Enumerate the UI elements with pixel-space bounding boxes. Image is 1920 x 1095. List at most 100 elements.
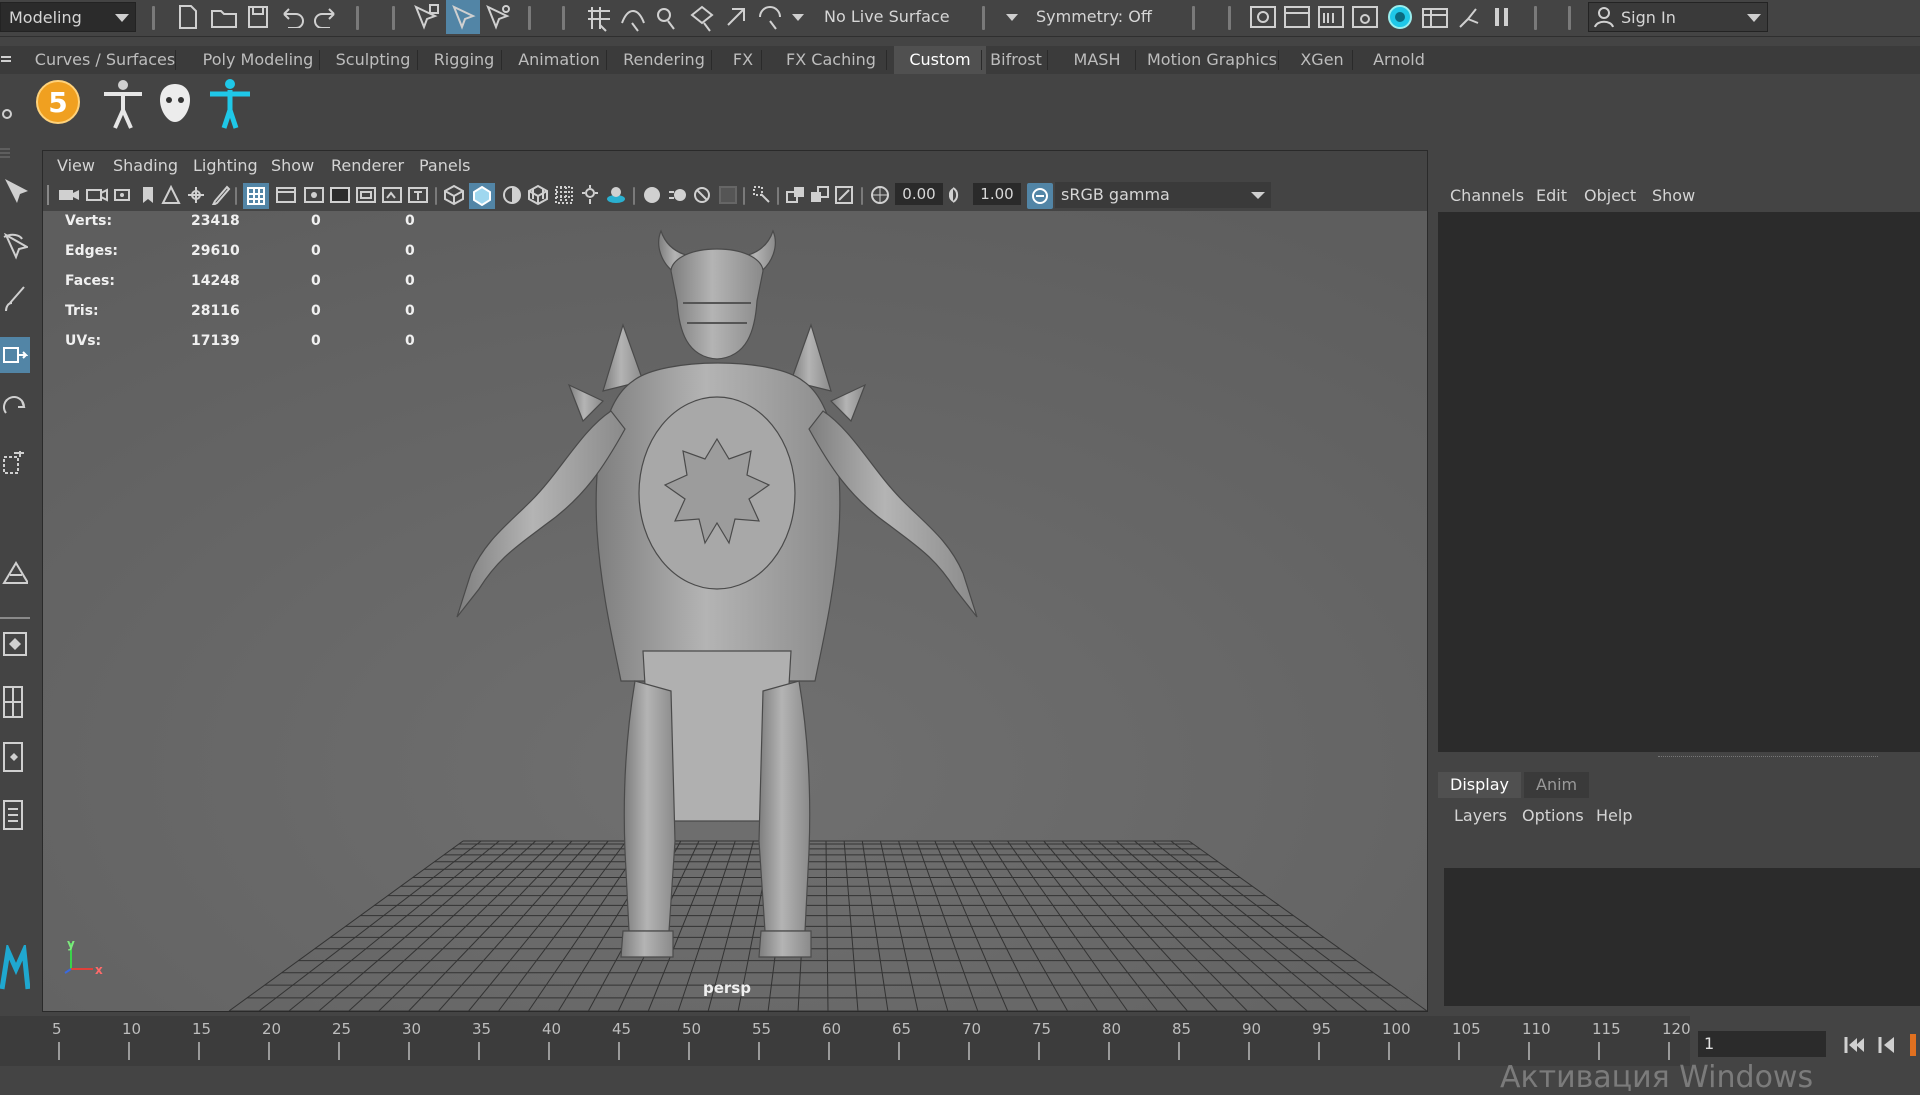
live-surface-field[interactable]: No Live Surface (816, 2, 964, 32)
menu-renderer[interactable]: Renderer (331, 156, 404, 175)
scale-tool[interactable] (0, 445, 30, 481)
menu-shading[interactable]: Shading (113, 156, 178, 175)
anti-aliasing-icon[interactable] (691, 184, 713, 206)
grid-toggle[interactable] (243, 183, 269, 209)
isolate-select-icon[interactable] (751, 184, 773, 206)
shelf-settings-icon[interactable] (0, 106, 14, 122)
move-tool[interactable] (0, 337, 30, 373)
biped-rig-icon[interactable] (100, 78, 146, 130)
soft-modification-tool[interactable] (0, 555, 30, 591)
camera-select-icon[interactable] (57, 185, 81, 205)
menu-object[interactable]: Object (1584, 186, 1636, 205)
wireframe-icon[interactable] (443, 184, 465, 206)
single-perspective-layout[interactable] (0, 627, 30, 663)
menu-view[interactable]: View (57, 156, 95, 175)
four-view-layout[interactable] (0, 681, 30, 718)
field-chart-icon[interactable] (355, 185, 377, 205)
grease-pencil-icon[interactable] (211, 185, 231, 205)
shelf-menu-icon[interactable] (0, 54, 12, 66)
go-to-start-icon[interactable] (1842, 1034, 1868, 1056)
select-hierarchy-icon[interactable] (412, 3, 442, 31)
gamma-field[interactable]: 1.00 (973, 183, 1021, 205)
light-editor-icon[interactable] (1454, 3, 1484, 31)
shelf-tab-rendering[interactable]: Rendering (612, 46, 716, 74)
channel-box-body[interactable] (1438, 212, 1920, 752)
shelf-tab-fx-caching[interactable]: FX Caching (771, 46, 891, 74)
safe-action-icon[interactable] (381, 185, 403, 205)
bookmarks-icon[interactable] (113, 185, 137, 205)
snap-point-icon[interactable] (652, 3, 682, 33)
shelf-tab-animation[interactable]: Animation (507, 46, 611, 74)
shelf-tab-sculpting[interactable]: Sculpting (324, 46, 422, 74)
default-material-icon[interactable] (501, 184, 523, 206)
bookmark-icon[interactable] (139, 185, 157, 205)
undo-icon[interactable] (278, 6, 306, 28)
side-by-side-layout[interactable] (0, 737, 30, 773)
xray-icon[interactable] (785, 184, 807, 206)
menu-channels[interactable]: Channels (1450, 186, 1524, 205)
view-transform-toggle[interactable] (1027, 183, 1053, 209)
shelf-script-badge[interactable]: 5 (36, 80, 80, 124)
menu-options[interactable]: Options (1522, 806, 1584, 825)
render-current-frame-icon[interactable] (1282, 3, 1312, 31)
sign-in-menu[interactable]: Sign In (1588, 2, 1768, 32)
shelf-tab-custom[interactable]: Custom (894, 46, 986, 74)
gate-mask-icon[interactable] (329, 185, 351, 205)
step-back-icon[interactable] (1876, 1034, 1898, 1056)
menu-edit[interactable]: Edit (1536, 186, 1567, 205)
safe-title-icon[interactable] (407, 185, 429, 205)
menu-layers[interactable]: Layers (1454, 806, 1507, 825)
render-setup-icon[interactable] (1420, 3, 1450, 31)
shadows-icon[interactable] (605, 184, 627, 206)
current-frame-field[interactable]: 1 (1698, 1031, 1826, 1057)
select-object-mode-active[interactable] (446, 0, 480, 34)
snap-projected-center-icon[interactable] (756, 3, 786, 33)
mode-menu[interactable]: Modeling (0, 2, 136, 32)
smooth-shade-toggle[interactable] (469, 183, 495, 209)
redo-icon[interactable] (312, 6, 340, 28)
menu-show[interactable]: Show (1652, 186, 1695, 205)
open-scene-icon[interactable] (210, 5, 238, 29)
2d-pan-zoom-icon[interactable] (185, 185, 207, 205)
skeleton-rig-icon[interactable] (206, 78, 254, 130)
select-tool[interactable] (0, 173, 30, 209)
view-transform-dropdown[interactable]: sRGB gamma (1055, 182, 1271, 208)
menu-show[interactable]: Show (271, 156, 314, 175)
hypershade-icon[interactable] (1386, 3, 1414, 31)
shelf-tab-mash[interactable]: MASH (1054, 46, 1140, 74)
xray-joints-icon[interactable] (833, 184, 855, 206)
shelf-tab-curves-surfaces[interactable]: Curves / Surfaces (30, 46, 180, 74)
xray-active-components-icon[interactable] (809, 184, 831, 206)
snap-curve-icon[interactable] (618, 3, 648, 33)
shelf-tab-poly-modeling[interactable]: Poly Modeling (192, 46, 324, 74)
screen-space-ao-icon[interactable] (641, 184, 663, 206)
lasso-tool[interactable] (0, 229, 30, 265)
snap-live-icon[interactable] (722, 3, 752, 33)
wireframe-on-shaded-icon[interactable] (527, 184, 549, 206)
time-slider-track[interactable]: 5 10 15 20 25 30 35 40 45 50 55 60 65 70 75 80 85 90 95 100… (0, 1016, 1691, 1066)
exposure-icon[interactable] (869, 184, 891, 206)
paint-select-tool[interactable] (0, 281, 30, 317)
use-all-lights-icon[interactable] (579, 184, 601, 206)
perspective-viewport[interactable]: y x persp Verts: 23418 0 0 Edges: 29610 … (43, 211, 1427, 1011)
snap-grid-icon[interactable] (584, 3, 614, 33)
menu-help[interactable]: Help (1596, 806, 1632, 825)
pause-viewport-icon[interactable] (1490, 5, 1514, 29)
save-scene-icon[interactable] (246, 4, 270, 30)
select-component-icon[interactable] (484, 3, 514, 31)
panel-splitter[interactable] (1658, 756, 1878, 759)
layer-list[interactable] (1444, 868, 1920, 1006)
motion-blur-icon[interactable] (667, 184, 689, 206)
outliner-layout[interactable] (0, 795, 30, 831)
shelf-tab-rigging[interactable]: Rigging (422, 46, 506, 74)
face-rig-icon[interactable] (154, 82, 196, 126)
chevron-down-icon[interactable] (1006, 14, 1018, 21)
ipr-render-icon[interactable] (1316, 3, 1346, 31)
film-gate-icon[interactable] (275, 185, 297, 205)
snap-view-plane-icon[interactable] (688, 3, 718, 33)
tab-anim[interactable]: Anim (1524, 772, 1590, 798)
menu-panels[interactable]: Panels (419, 156, 471, 175)
menu-lighting[interactable]: Lighting (193, 156, 258, 175)
gamma-icon[interactable] (949, 184, 969, 206)
camera-attributes-icon[interactable] (85, 185, 109, 205)
